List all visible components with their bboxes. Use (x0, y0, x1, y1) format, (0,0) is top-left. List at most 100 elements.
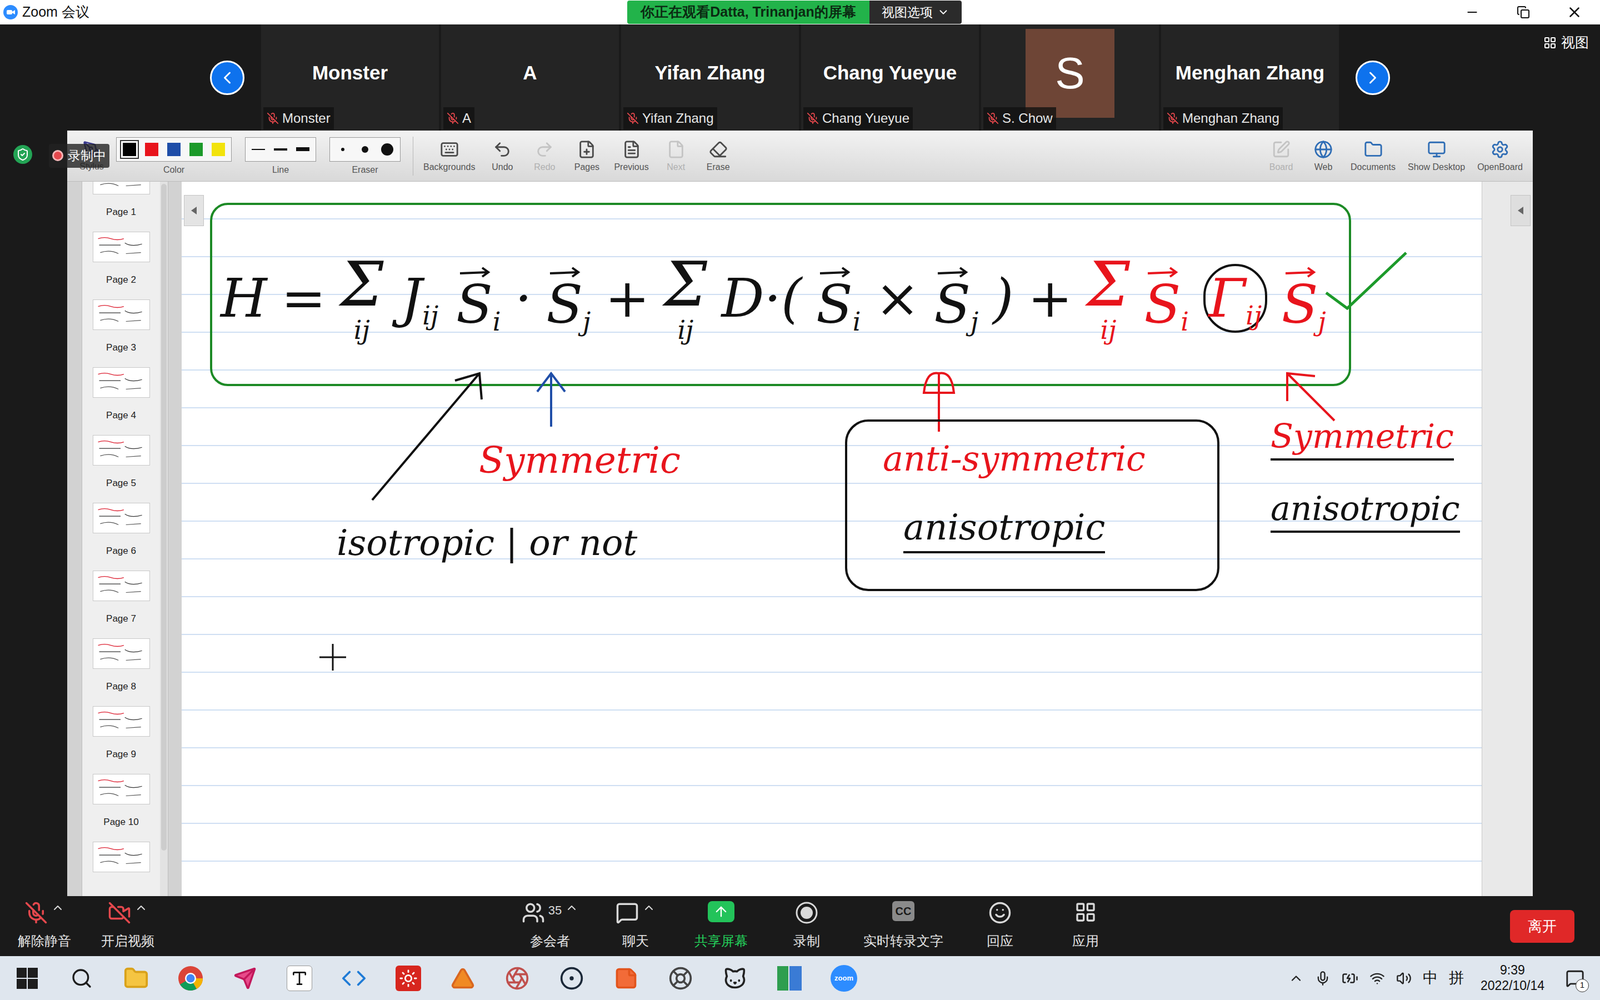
sidebar-toggle[interactable] (183, 195, 204, 227)
notification-button[interactable]: 1 (1561, 964, 1589, 993)
page-thumbnail[interactable] (92, 502, 150, 534)
page-thumbnail[interactable] (92, 181, 150, 195)
clock[interactable]: 9:392022/10/14 (1475, 962, 1550, 994)
participant-tile[interactable]: Menghan ZhangMenghan Zhang (1161, 24, 1339, 131)
board-canvas[interactable]: H=ΣijJijSi·Sj+ΣijD·(Si×Sj)+ΣijSiΓijSjSym… (181, 181, 1482, 897)
eraser-size-button[interactable] (333, 140, 353, 159)
line-width-button[interactable] (293, 140, 313, 159)
participant-tile[interactable]: MonsterMonster (261, 24, 439, 131)
start-button[interactable] (0, 956, 55, 1000)
vscode-app[interactable] (326, 956, 382, 1000)
eraser-size-button[interactable] (377, 140, 397, 159)
meeting-control[interactable]: 开启视频 (94, 901, 162, 952)
page-item[interactable]: Page 5 (92, 430, 150, 494)
page-thumbnail[interactable] (92, 570, 150, 602)
page-item[interactable]: Page 10 (92, 769, 150, 833)
typora-app[interactable] (272, 956, 327, 1000)
meeting-control[interactable]: 聊天 (602, 901, 669, 952)
page-thumbnail[interactable] (92, 299, 150, 330)
wifi-icon[interactable] (1369, 970, 1385, 987)
color-swatch[interactable] (120, 140, 139, 159)
color-swatch[interactable] (208, 140, 228, 159)
page-item[interactable]: Page 1 (92, 181, 150, 223)
meeting-control[interactable]: 录制 (773, 901, 840, 952)
page-thumbnail[interactable] (92, 435, 150, 466)
mathematica-app[interactable] (381, 956, 436, 1000)
board-right-tool-button[interactable]: OpenBoard (1475, 140, 1525, 173)
page-thumbnail[interactable] (92, 841, 150, 873)
meeting-control[interactable]: 应用 (1052, 901, 1119, 952)
board-tool-button[interactable]: Erase (701, 140, 736, 173)
wheel-app[interactable] (653, 956, 708, 1000)
menu-caret-icon[interactable] (51, 901, 65, 915)
page-thumbnail[interactable] (92, 638, 150, 669)
right-panel-toggle[interactable] (1510, 195, 1531, 227)
steam-app[interactable] (544, 956, 599, 1000)
board-tool-button[interactable]: Previous (611, 140, 651, 173)
minimize-button[interactable] (1446, 0, 1498, 25)
participant-tile[interactable]: Chang YueyueChang Yueyue (801, 24, 979, 131)
participant-tile[interactable]: Yifan ZhangYifan Zhang (621, 24, 799, 131)
explorer-app[interactable] (108, 956, 164, 1000)
aperture-app[interactable] (490, 956, 545, 1000)
color-swatch[interactable] (164, 140, 184, 159)
menu-caret-icon[interactable] (565, 901, 579, 915)
board-right-tool-button[interactable]: Documents (1348, 140, 1398, 173)
page-thumbnail[interactable] (92, 706, 150, 737)
ime-indicator[interactable]: 中 (1422, 966, 1438, 990)
page-item[interactable]: Page 2 (92, 227, 150, 290)
prev-page-button[interactable] (210, 60, 245, 95)
meeting-control[interactable]: 解除静音 (11, 901, 78, 952)
line-width-button[interactable] (248, 140, 268, 159)
board-tool-button[interactable]: Backgrounds (421, 140, 478, 173)
board-right-tool-button[interactable]: Web (1306, 140, 1341, 173)
next-page-button[interactable] (1355, 60, 1390, 95)
color-swatch[interactable] (186, 140, 206, 159)
board-tool-button[interactable]: Pages (569, 140, 604, 173)
page-item[interactable]: Page 9 (92, 701, 150, 765)
tray-expand-icon[interactable] (1288, 970, 1304, 987)
participant-tile[interactable]: AA (441, 24, 619, 131)
meeting-control[interactable]: 35参会者 (516, 901, 584, 952)
page-item[interactable]: Page 4 (92, 362, 150, 426)
meeting-control[interactable]: 共享屏幕 (687, 901, 755, 952)
battery-icon[interactable] (1341, 970, 1359, 987)
board-tool-button[interactable]: Next (658, 140, 694, 173)
tiles-app[interactable] (762, 956, 817, 1000)
view-options-button[interactable]: 视图选项 (869, 0, 962, 24)
page-thumbnail[interactable] (92, 773, 150, 805)
menu-caret-icon[interactable] (642, 901, 656, 915)
security-badge[interactable] (13, 145, 33, 164)
line-width-button[interactable] (271, 140, 290, 159)
meeting-control[interactable]: CC实时转录文字 (858, 901, 948, 952)
chrome-app[interactable] (163, 956, 218, 1000)
send-app[interactable] (217, 956, 273, 1000)
view-button[interactable]: 视图 (1543, 32, 1589, 54)
page-item[interactable]: Page 6 (92, 498, 150, 562)
page-item[interactable]: Page 3 (92, 295, 150, 358)
volume-icon[interactable] (1396, 970, 1412, 987)
page-scrollbar[interactable] (160, 181, 168, 897)
search-button[interactable] (54, 956, 109, 1000)
board-tool-button[interactable]: Undo (485, 140, 520, 173)
page-item[interactable]: Page 8 (92, 633, 150, 697)
board-right-tool-button[interactable]: Show Desktop (1405, 140, 1468, 173)
participant-tile[interactable]: SS. Chow (981, 24, 1159, 131)
cat-app[interactable] (707, 956, 763, 1000)
eraser-size-button[interactable] (355, 140, 375, 159)
meeting-control[interactable]: 回应 (966, 901, 1034, 952)
page-thumbnail[interactable] (92, 231, 150, 263)
menu-caret-icon[interactable] (134, 901, 148, 915)
mic-icon[interactable] (1315, 970, 1331, 987)
recording-indicator[interactable]: 录制中 (48, 143, 110, 168)
page-item[interactable]: Page 7 (92, 566, 150, 629)
restore-button[interactable] (1497, 0, 1549, 25)
close-button[interactable] (1548, 0, 1600, 25)
zoom-app[interactable]: zoom (816, 956, 872, 1000)
board-right-tool-button[interactable]: Board (1263, 140, 1299, 173)
page-thumbnail[interactable] (92, 367, 150, 398)
matlab-app[interactable] (435, 956, 490, 1000)
color-swatch[interactable] (142, 140, 162, 159)
board-tool-button[interactable]: Redo (527, 140, 562, 173)
leave-button[interactable]: 离开 (1510, 910, 1575, 943)
